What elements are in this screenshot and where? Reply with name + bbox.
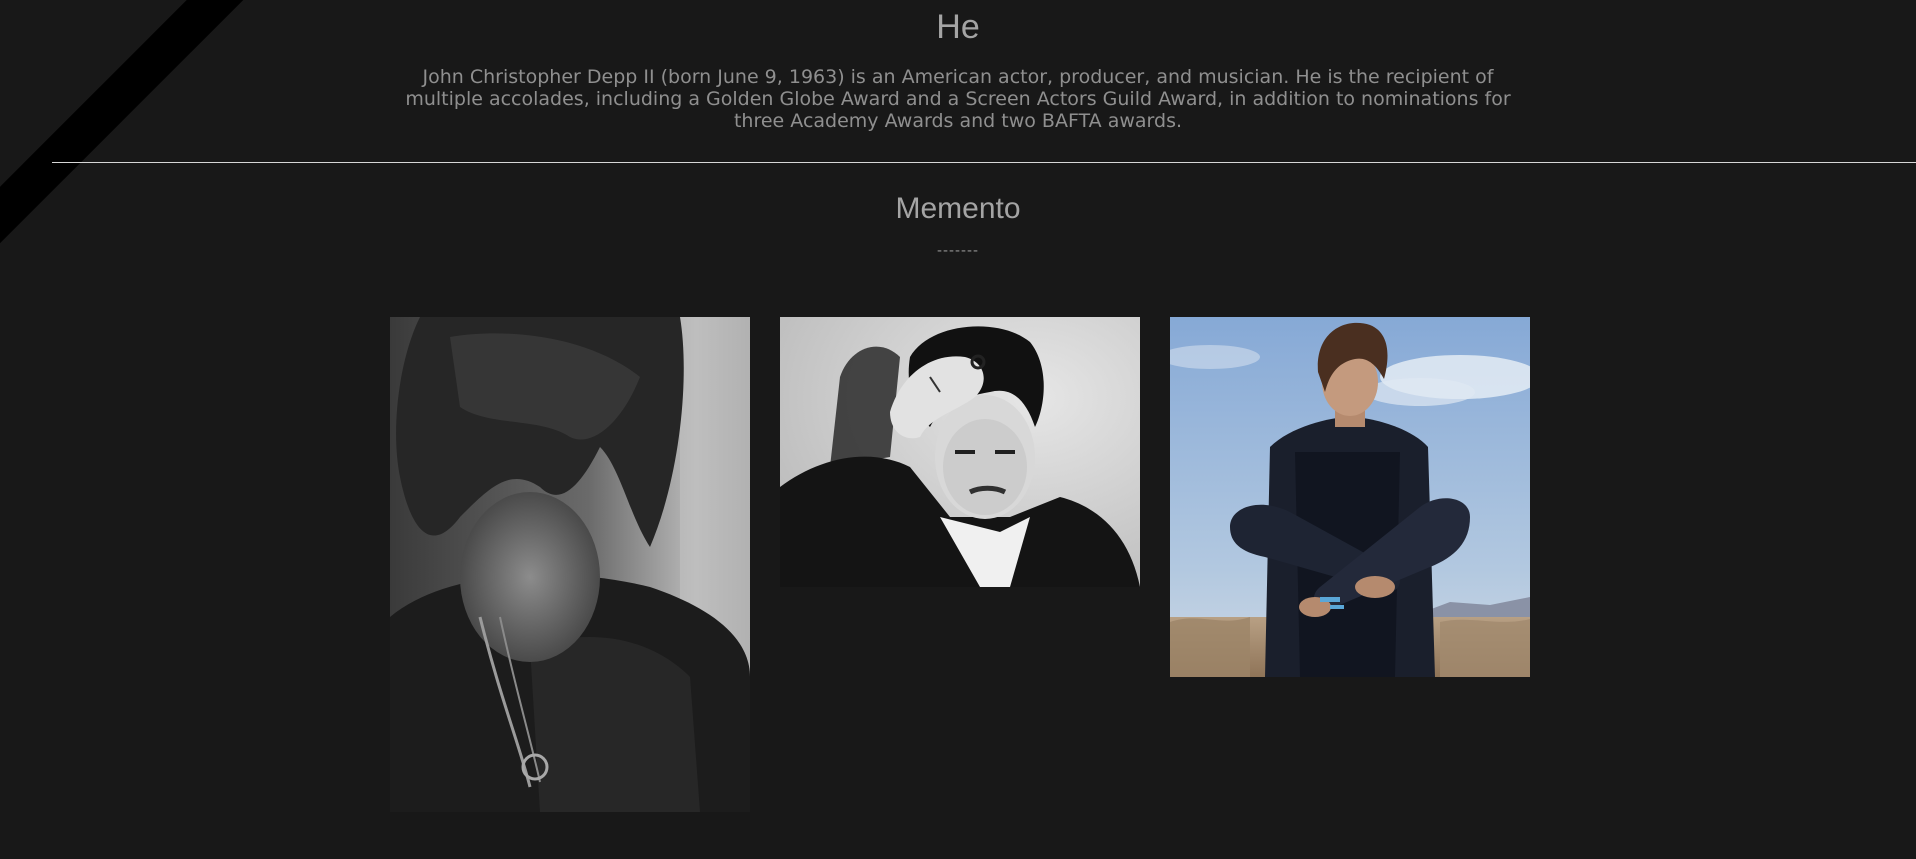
memorial-page: He John Christopher Depp II (born June 9… [0, 0, 1916, 859]
portrait-image [1170, 317, 1530, 677]
divider [52, 162, 1916, 163]
portrait-image [390, 317, 750, 812]
header: He John Christopher Depp II (born June 9… [0, 0, 1916, 132]
section-dashes: ------- [937, 242, 979, 259]
gallery-photo[interactable] [1170, 317, 1530, 677]
gallery-photo[interactable] [780, 317, 1140, 587]
section-title: Memento [895, 192, 1021, 225]
page-title: He [936, 8, 980, 46]
portrait-image [780, 317, 1140, 587]
bio-text: John Christopher Depp II (born June 9, 1… [405, 66, 1511, 132]
gallery-photo[interactable] [390, 317, 750, 812]
